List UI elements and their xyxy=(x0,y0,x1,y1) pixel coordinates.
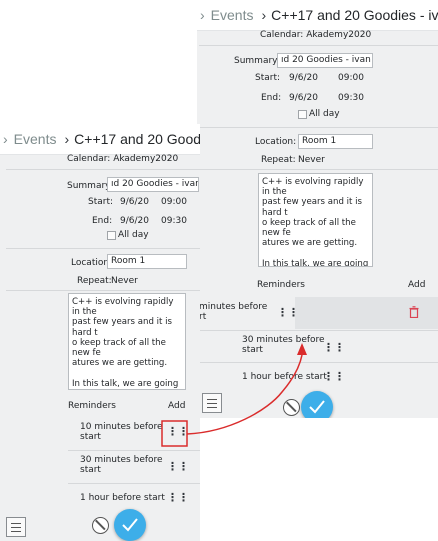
annotation-arrow xyxy=(186,354,303,435)
arrow-head-icon xyxy=(297,343,307,355)
highlight-box xyxy=(161,420,188,447)
annotation-overlay xyxy=(161,343,307,447)
